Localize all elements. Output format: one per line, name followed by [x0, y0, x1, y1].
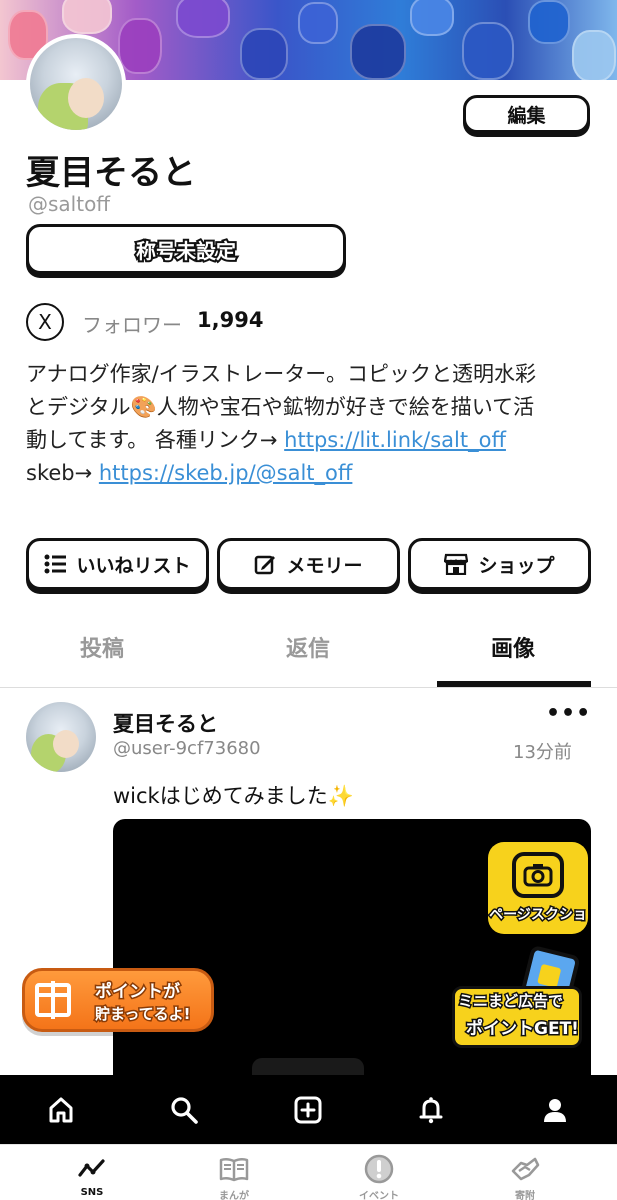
bio-line: とデジタル🎨人物や宝石や鉱物が好きで絵を描いて活	[26, 395, 535, 419]
tab-posts[interactable]: 投稿	[80, 631, 124, 663]
profile-name: 夏目そると	[26, 153, 196, 193]
followers-count[interactable]: 1,994	[197, 308, 263, 332]
avatar-face	[68, 78, 104, 118]
avatar-face	[53, 730, 79, 758]
shop-label: ショップ	[478, 554, 555, 577]
mini-ad-banner[interactable]: ミニまど広告で ポイントGET!	[452, 944, 586, 1048]
profile-tabs: 投稿 返信 画像	[0, 606, 617, 688]
nav-donate[interactable]: 寄附	[480, 1153, 570, 1200]
points-line2: 貯まってるよ!	[94, 1004, 192, 1025]
service-nav-bar: SNS まんが イベント 寄附	[0, 1144, 617, 1200]
profile-bio: アナログ作家/イラストレーター。コピックと透明水彩 とデジタル🎨人物や宝石や鉱物…	[26, 358, 596, 490]
post-avatar[interactable]	[26, 702, 96, 772]
app-nav-bar	[0, 1075, 617, 1144]
nav-donate-label: 寄附	[515, 1191, 535, 1200]
active-tab-indicator	[437, 681, 591, 687]
bio-text: skeb→	[26, 461, 99, 485]
sns-icon	[78, 1159, 105, 1177]
bio-line: 動してます。 各種リンク→ https://lit.link/salt_off	[26, 424, 596, 457]
post-handle: @user-9cf73680	[113, 738, 261, 759]
likes-list-button[interactable]: いいねリスト	[26, 538, 209, 590]
bio-text: 動してます。 各種リンク→	[26, 428, 285, 452]
shop-button[interactable]: ショップ	[408, 538, 591, 590]
mini-ad-line2: ポイントGET!	[465, 1018, 581, 1041]
nav-manga-label: まんが	[219, 1191, 249, 1200]
gift-icon	[35, 981, 71, 1019]
page-screenshot-button[interactable]: ページスクショ	[488, 842, 588, 934]
title-button[interactable]: 称号未設定	[26, 224, 346, 274]
mini-ad-line1: ミニまど広告で	[456, 991, 564, 1012]
bio-line: アナログ作家/イラストレーター。コピックと透明水彩	[26, 362, 537, 386]
likes-list-label: いいねリスト	[76, 554, 191, 577]
event-icon	[364, 1154, 394, 1184]
bell-icon[interactable]	[401, 1075, 461, 1144]
bio-line: skeb→ https://skeb.jp/@salt_off	[26, 457, 596, 490]
points-banner[interactable]: ポイントが 貯まってるよ!	[22, 968, 214, 1032]
x-icon[interactable]: X	[26, 303, 64, 341]
home-icon[interactable]	[31, 1075, 91, 1144]
edit-profile-button[interactable]: 編集	[463, 95, 590, 133]
tab-replies[interactable]: 返信	[286, 631, 330, 663]
camera-icon	[512, 852, 564, 898]
memory-label: メモリー	[286, 554, 363, 577]
memory-button[interactable]: メモリー	[217, 538, 400, 590]
profile-icon[interactable]	[525, 1075, 585, 1144]
nav-sns-label: SNS	[80, 1187, 104, 1198]
edit-icon	[255, 555, 276, 575]
more-options-icon[interactable]: •••	[546, 701, 591, 726]
post-timestamp: 13分前	[513, 742, 572, 763]
skeb-link[interactable]: https://skeb.jp/@salt_off	[99, 461, 353, 485]
page-screenshot-label: ページスクショ	[488, 906, 589, 925]
list-icon	[44, 554, 67, 574]
search-icon[interactable]	[154, 1075, 214, 1144]
litlink-link[interactable]: https://lit.link/salt_off	[284, 428, 506, 452]
profile-avatar[interactable]	[26, 34, 126, 134]
nav-event-label: イベント	[359, 1191, 399, 1200]
title-button-label: 称号未設定	[134, 237, 238, 265]
followers-label[interactable]: フォロワー	[82, 309, 182, 338]
nav-sns[interactable]: SNS	[47, 1153, 137, 1198]
nav-manga[interactable]: まんが	[189, 1153, 279, 1200]
add-post-icon[interactable]	[278, 1075, 338, 1144]
shop-icon	[444, 553, 469, 575]
post-author[interactable]: 夏目そると	[113, 708, 218, 738]
book-icon	[219, 1157, 249, 1182]
post-text: wickはじめてみました✨	[113, 784, 354, 808]
points-line1: ポイントが	[94, 981, 182, 1004]
donate-icon	[511, 1157, 540, 1181]
nav-event[interactable]: イベント	[334, 1153, 424, 1200]
profile-handle: @saltoff	[28, 192, 111, 216]
tab-images[interactable]: 画像	[491, 631, 535, 663]
